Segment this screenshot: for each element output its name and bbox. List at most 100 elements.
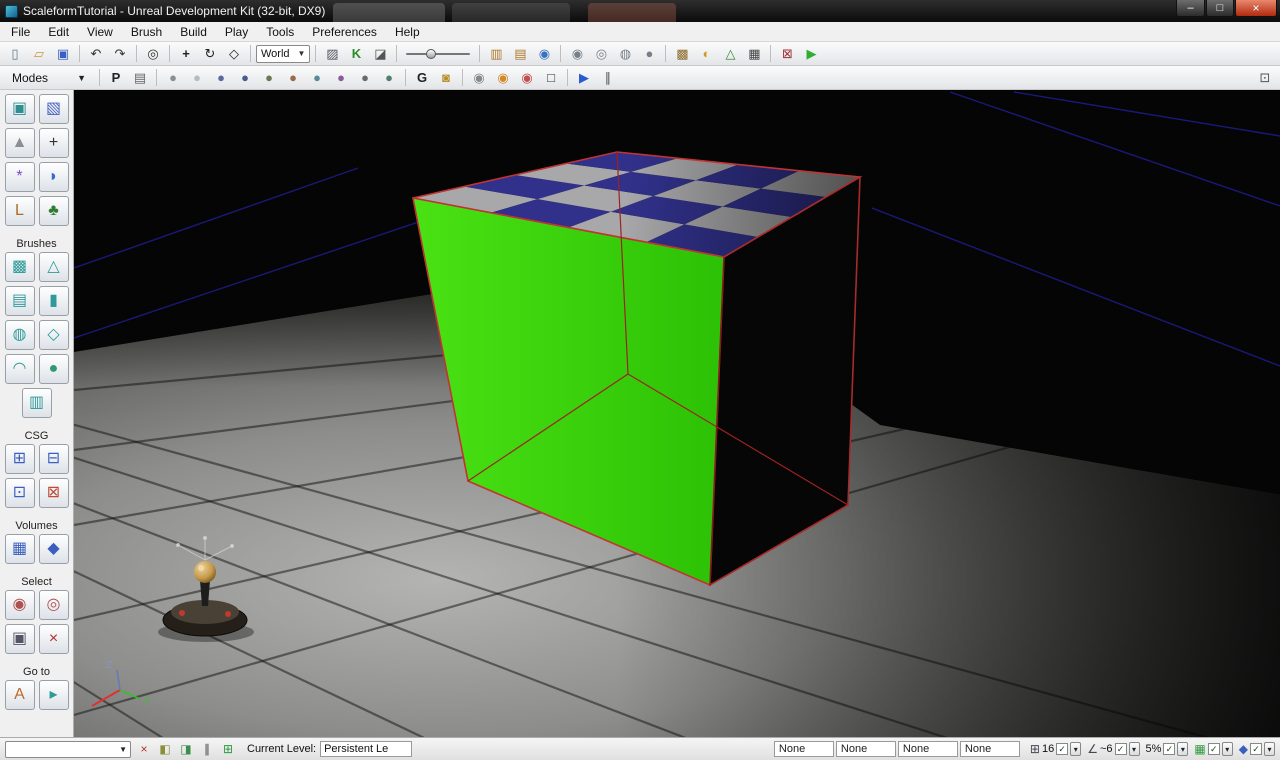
coordinate-system-dropdown[interactable]: World ▼ — [256, 44, 311, 63]
drag-grid-dropdown[interactable]: ▾ — [1070, 742, 1082, 756]
close-button[interactable]: × — [1235, 0, 1277, 17]
viewmode-detail-lighting-icon[interactable]: ● — [258, 68, 280, 88]
undo-icon[interactable]: ↶ — [85, 44, 107, 64]
record-camera-icon[interactable]: ◉ — [516, 68, 538, 88]
kismet-icon[interactable]: K — [345, 44, 367, 64]
camera-top-icon[interactable]: ◎ — [590, 44, 612, 64]
scale-grid-checkbox[interactable]: ✓ — [1163, 743, 1176, 755]
grid-visibility-icon[interactable]: ⊞ — [219, 741, 237, 758]
csg-deintersect-icon[interactable]: ⊠ — [38, 478, 69, 508]
camera-perspective-icon[interactable]: ◉ — [566, 44, 588, 64]
csg-subtract-icon[interactable]: ⊟ — [38, 444, 69, 474]
builder-curved-stairs-icon[interactable]: ◠ — [4, 354, 35, 384]
redo-icon[interactable]: ↷ — [109, 44, 131, 64]
publish-icon[interactable]: P — [105, 68, 127, 88]
translucent-selection-icon[interactable]: ▨ — [321, 44, 343, 64]
scale-widget-icon[interactable]: ◇ — [223, 44, 245, 64]
camera-speed-slider-handle[interactable] — [425, 48, 436, 59]
add-volume-icon[interactable]: ▦ — [4, 534, 35, 564]
camera-right-icon[interactable]: ◨ — [177, 741, 195, 758]
csg-add-icon[interactable]: ⊞ — [4, 444, 35, 474]
menu-tools[interactable]: Tools — [257, 23, 303, 41]
drag-grid-checkbox[interactable]: ✓ — [1056, 743, 1069, 755]
maximize-button[interactable]: □ — [1206, 0, 1234, 17]
volume-list-icon[interactable]: ◆ — [38, 534, 69, 564]
viewport-canvas[interactable]: Y Z — [74, 90, 1280, 737]
scale-grid-dropdown[interactable]: ▾ — [1177, 742, 1189, 756]
csg-intersect-icon[interactable]: ⊡ — [4, 478, 35, 508]
menu-preferences[interactable]: Preferences — [303, 23, 386, 41]
goto-actor-icon[interactable]: A — [4, 680, 35, 710]
camera-align-checkbox[interactable]: ✓ — [1250, 743, 1262, 755]
matinee-icon[interactable]: ◪ — [369, 44, 391, 64]
selection-lock-icon[interactable]: × — [135, 741, 153, 758]
terrain-mode-icon[interactable]: ▲ — [4, 128, 35, 158]
menu-view[interactable]: View — [78, 23, 122, 41]
unreal-frontend-icon[interactable]: ⊠ — [776, 44, 798, 64]
splitter-icon[interactable]: ∥ — [198, 741, 216, 758]
select-matching-texture-icon[interactable]: ◎ — [38, 590, 69, 620]
build-lighting-icon[interactable]: ◐ — [695, 44, 717, 64]
content-browser-icon[interactable]: ▥ — [485, 44, 507, 64]
brush-polys-icon[interactable]: □ — [540, 68, 562, 88]
camera-mode-icon[interactable]: ▣ — [4, 94, 35, 124]
builder-spiral-stairs-icon[interactable]: ◍ — [4, 320, 35, 350]
status-field-3[interactable]: None — [897, 741, 958, 757]
build-geometry-icon[interactable]: ▩ — [671, 44, 693, 64]
builder-stairs-icon[interactable]: ▤ — [4, 286, 35, 316]
spline-mode-icon[interactable]: * — [4, 162, 35, 192]
build-paths-icon[interactable]: △ — [719, 44, 741, 64]
find-actors-icon[interactable]: ◎ — [142, 44, 164, 64]
menu-build[interactable]: Build — [171, 23, 216, 41]
geometry-mode-icon[interactable]: ▧ — [38, 94, 69, 124]
status-field-2[interactable]: None — [835, 741, 896, 757]
translate-widget-icon[interactable]: + — [175, 44, 197, 64]
rotate-widget-icon[interactable]: ↻ — [199, 44, 221, 64]
dock-toolbar-icon[interactable]: ⊡ — [1254, 68, 1276, 88]
camera-speed-slider[interactable] — [406, 44, 471, 64]
build-all-icon[interactable]: ▦ — [743, 44, 765, 64]
builder-cylinder-icon[interactable]: ▮ — [38, 286, 69, 316]
play-in-editor-icon[interactable]: ▶ — [800, 44, 822, 64]
menu-edit[interactable]: Edit — [39, 23, 78, 41]
mesh-paint-mode-icon[interactable]: ◗ — [38, 162, 69, 192]
perspective-viewport[interactable]: Y Z — [74, 90, 1280, 737]
viewmode-texture-density-icon[interactable]: ● — [330, 68, 352, 88]
deselect-all-icon[interactable]: × — [38, 624, 69, 654]
menu-file[interactable]: File — [2, 23, 39, 41]
realtime-preview-icon[interactable]: ▶ — [573, 68, 595, 88]
select-matching-brush-icon[interactable]: ◉ — [4, 590, 35, 620]
builder-sheet-icon[interactable]: ◇ — [38, 320, 69, 350]
foliage-mode-icon[interactable]: ♣ — [38, 196, 69, 226]
builder-sphere-icon[interactable]: ● — [38, 354, 69, 384]
new-level-icon[interactable]: ▯ — [4, 44, 26, 64]
menu-help[interactable]: Help — [386, 23, 429, 41]
screenshot-icon[interactable]: ◉ — [492, 68, 514, 88]
goto-builder-brush-icon[interactable]: ▸ — [38, 680, 69, 710]
open-level-icon[interactable]: ▱ — [28, 44, 50, 64]
world-properties-icon[interactable]: ◉ — [533, 44, 555, 64]
lock-viewport-icon[interactable]: ◙ — [435, 68, 457, 88]
viewport-splitter-icon[interactable]: ∥ — [597, 68, 619, 88]
menu-brush[interactable]: Brush — [122, 23, 171, 41]
camera-side-icon[interactable]: ● — [638, 44, 660, 64]
viewmode-unlit-icon[interactable]: ● — [210, 68, 232, 88]
game-view-icon[interactable]: G — [411, 68, 433, 88]
viewmode-light-complexity-icon[interactable]: ● — [306, 68, 328, 88]
rotation-grid-dropdown[interactable]: ▾ — [1128, 742, 1140, 756]
status-field-1[interactable]: None — [773, 741, 834, 757]
viewmode-lightmap-density-icon[interactable]: ● — [378, 68, 400, 88]
viewmode-brush-wireframe-icon[interactable]: ● — [162, 68, 184, 88]
camera-speed-icon[interactable]: ◉ — [468, 68, 490, 88]
builder-volumetric-icon[interactable]: ▥ — [21, 388, 52, 418]
modes-toolbar-header[interactable]: Modes ▼ — [4, 66, 94, 89]
rotation-grid-checkbox[interactable]: ✓ — [1114, 743, 1127, 755]
builder-cube-icon[interactable]: ▩ — [4, 252, 35, 282]
viewmode-lit-icon[interactable]: ● — [234, 68, 256, 88]
status-dropdown[interactable]: ▼ — [5, 740, 131, 758]
texture-align-mode-icon[interactable]: + — [38, 128, 69, 158]
actor-classes-icon[interactable]: ▤ — [509, 44, 531, 64]
autosave-checkbox[interactable]: ✓ — [1207, 743, 1220, 755]
autosave-dropdown[interactable]: ▾ — [1221, 742, 1233, 756]
viewmode-wireframe-icon[interactable]: ● — [186, 68, 208, 88]
